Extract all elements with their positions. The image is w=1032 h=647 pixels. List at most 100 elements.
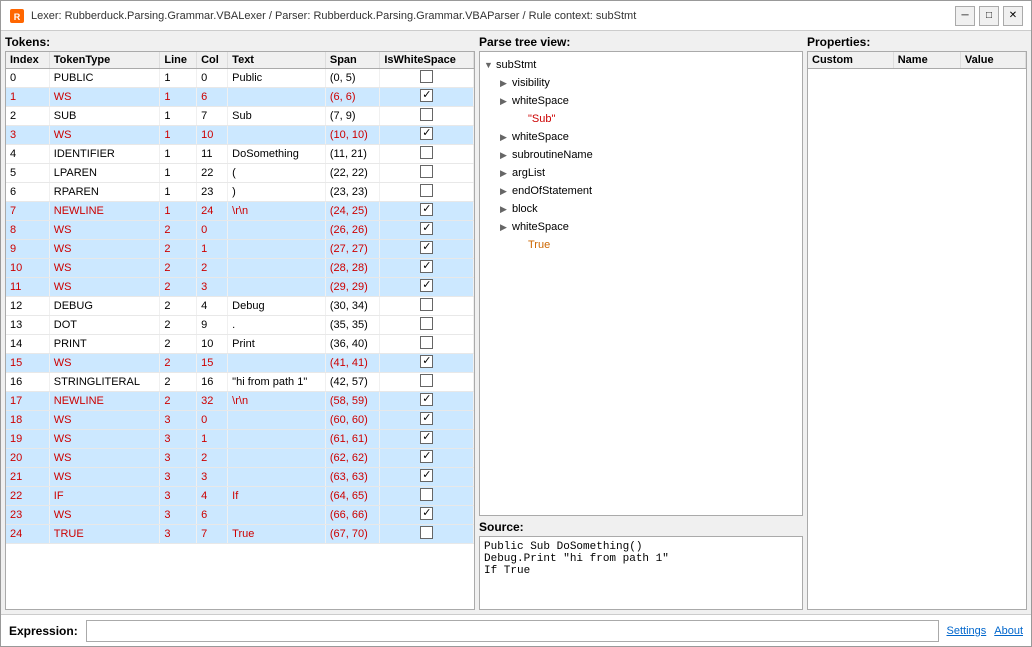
tree-label: block — [512, 203, 538, 215]
tree-node[interactable]: ▶block — [484, 200, 798, 218]
table-row[interactable]: 7NEWLINE124\r\n(24, 25) — [6, 202, 474, 221]
about-link[interactable]: About — [994, 625, 1023, 637]
cell-col: 10 — [197, 126, 228, 145]
cell-whitespace — [380, 468, 474, 487]
table-row[interactable]: 20WS32(62, 62) — [6, 449, 474, 468]
cell-col: 16 — [197, 373, 228, 392]
tokens-table-container[interactable]: Index TokenType Line Col Text Span IsWhi… — [5, 51, 475, 610]
table-row[interactable]: 4IDENTIFIER111DoSomething(11, 21) — [6, 145, 474, 164]
cell-type: WS — [49, 411, 160, 430]
whitespace-checkbox — [420, 260, 433, 273]
expression-input[interactable] — [86, 620, 939, 642]
parse-tree-container[interactable]: ▼subStmt▶visibility▶whiteSpace"Sub"▶whit… — [479, 51, 803, 516]
cell-whitespace — [380, 240, 474, 259]
properties-container[interactable]: Custom Name Value — [807, 51, 1027, 610]
whitespace-checkbox — [420, 89, 433, 102]
table-row[interactable]: 17NEWLINE232\r\n(58, 59) — [6, 392, 474, 411]
table-row[interactable]: 10WS22(28, 28) — [6, 259, 474, 278]
properties-panel: Properties: Custom Name Value — [807, 35, 1027, 610]
tree-node[interactable]: ▼subStmt — [484, 56, 798, 74]
cell-whitespace — [380, 354, 474, 373]
cell-text — [228, 278, 326, 297]
tree-node[interactable]: ▶visibility — [484, 74, 798, 92]
main-window: R Lexer: Rubberduck.Parsing.Grammar.VBAL… — [0, 0, 1032, 647]
table-row[interactable]: 23WS36(66, 66) — [6, 506, 474, 525]
table-row[interactable]: 2SUB17Sub(7, 9) — [6, 107, 474, 126]
cell-text — [228, 506, 326, 525]
table-row[interactable]: 5LPAREN122((22, 22) — [6, 164, 474, 183]
source-container: Public Sub DoSomething() Debug.Print "hi… — [479, 536, 803, 610]
tree-label: argList — [512, 167, 545, 179]
cell-whitespace — [380, 449, 474, 468]
cell-span: (60, 60) — [325, 411, 380, 430]
table-row[interactable]: 13DOT29.(35, 35) — [6, 316, 474, 335]
cell-whitespace — [380, 525, 474, 544]
tree-label: whiteSpace — [512, 221, 569, 233]
cell-index: 0 — [6, 69, 49, 88]
tree-node[interactable]: "Sub" — [484, 110, 798, 128]
cell-span: (67, 70) — [325, 525, 380, 544]
cell-type: WS — [49, 126, 160, 145]
cell-whitespace — [380, 183, 474, 202]
tree-label: whiteSpace — [512, 131, 569, 143]
cell-type: DEBUG — [49, 297, 160, 316]
cell-text: ( — [228, 164, 326, 183]
cell-index: 11 — [6, 278, 49, 297]
tree-node[interactable]: True — [484, 236, 798, 254]
tokens-panel: Tokens: Index TokenType Line Col Text Sp… — [5, 35, 475, 610]
cell-index: 8 — [6, 221, 49, 240]
col-col: Col — [197, 52, 228, 69]
cell-col: 9 — [197, 316, 228, 335]
cell-col: 1 — [197, 240, 228, 259]
cell-span: (64, 65) — [325, 487, 380, 506]
table-row[interactable]: 8WS20(26, 26) — [6, 221, 474, 240]
table-row[interactable]: 3WS110(10, 10) — [6, 126, 474, 145]
settings-link[interactable]: Settings — [947, 625, 987, 637]
table-row[interactable]: 0PUBLIC10Public(0, 5) — [6, 69, 474, 88]
tree-label: subStmt — [496, 59, 536, 71]
cell-type: STRINGLITERAL — [49, 373, 160, 392]
col-index: Index — [6, 52, 49, 69]
maximize-button[interactable]: □ — [979, 6, 999, 26]
cell-line: 2 — [160, 335, 197, 354]
table-row[interactable]: 18WS30(60, 60) — [6, 411, 474, 430]
tree-node[interactable]: ▶whiteSpace — [484, 218, 798, 236]
tokens-title: Tokens: — [5, 35, 475, 49]
cell-line: 3 — [160, 411, 197, 430]
tree-node[interactable]: ▶whiteSpace — [484, 128, 798, 146]
whitespace-checkbox — [420, 431, 433, 444]
cell-index: 7 — [6, 202, 49, 221]
tree-arrow-icon: ▼ — [484, 60, 496, 70]
table-row[interactable]: 14PRINT210Print(36, 40) — [6, 335, 474, 354]
cell-col: 4 — [197, 297, 228, 316]
tree-arrow-icon: ▶ — [500, 222, 512, 233]
table-row[interactable]: 11WS23(29, 29) — [6, 278, 474, 297]
whitespace-checkbox — [420, 203, 433, 216]
tokens-header: Index TokenType Line Col Text Span IsWhi… — [6, 52, 474, 69]
cell-index: 6 — [6, 183, 49, 202]
table-row[interactable]: 15WS215(41, 41) — [6, 354, 474, 373]
table-row[interactable]: 12DEBUG24Debug(30, 34) — [6, 297, 474, 316]
tree-label: endOfStatement — [512, 185, 592, 197]
cell-index: 21 — [6, 468, 49, 487]
cell-line: 2 — [160, 373, 197, 392]
table-row[interactable]: 6RPAREN123)(23, 23) — [6, 183, 474, 202]
table-row[interactable]: 22IF34If(64, 65) — [6, 487, 474, 506]
table-row[interactable]: 1WS16(6, 6) — [6, 88, 474, 107]
table-row[interactable]: 19WS31(61, 61) — [6, 430, 474, 449]
cell-index: 24 — [6, 525, 49, 544]
cell-line: 2 — [160, 297, 197, 316]
parse-tree-panel: Parse tree view: ▼subStmt▶visibility▶whi… — [479, 35, 803, 516]
tree-node[interactable]: ▶subroutineName — [484, 146, 798, 164]
minimize-button[interactable]: ─ — [955, 6, 975, 26]
table-row[interactable]: 21WS33(63, 63) — [6, 468, 474, 487]
tree-node[interactable]: ▶whiteSpace — [484, 92, 798, 110]
table-row[interactable]: 16STRINGLITERAL216"hi from path 1"(42, 5… — [6, 373, 474, 392]
table-row[interactable]: 24TRUE37True(67, 70) — [6, 525, 474, 544]
table-row[interactable]: 9WS21(27, 27) — [6, 240, 474, 259]
close-button[interactable]: ✕ — [1003, 6, 1023, 26]
cell-col: 0 — [197, 221, 228, 240]
tree-node[interactable]: ▶argList — [484, 164, 798, 182]
tree-node[interactable]: ▶endOfStatement — [484, 182, 798, 200]
cell-index: 4 — [6, 145, 49, 164]
